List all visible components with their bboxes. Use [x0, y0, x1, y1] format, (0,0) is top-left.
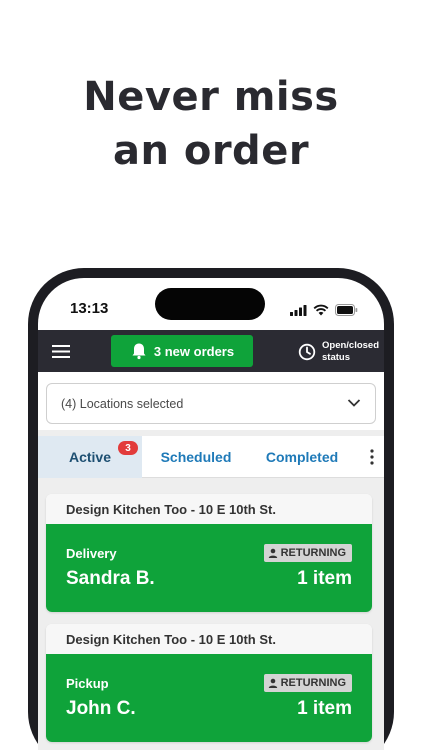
status-time: 13:13	[70, 300, 109, 317]
wifi-icon	[313, 304, 329, 316]
order-body: Pickup John C. RETURNING 1 item	[46, 654, 372, 742]
app-bar: 3 new orders Open/closed status	[38, 330, 384, 372]
active-count-badge: 3	[118, 441, 138, 455]
returning-label: RETURNING	[280, 547, 346, 559]
headline-line-1: Never miss	[83, 74, 339, 120]
signal-icon	[290, 304, 307, 316]
order-body: Delivery Sandra B. RETURNING 1 item	[46, 524, 372, 612]
order-location: Design Kitchen Too - 10 E 10th St.	[46, 624, 372, 654]
tab-scheduled[interactable]: Scheduled	[144, 436, 248, 478]
new-orders-button[interactable]: 3 new orders	[111, 335, 253, 367]
new-orders-label: 3 new orders	[153, 343, 235, 359]
hamburger-menu-icon[interactable]	[52, 345, 70, 358]
order-tabs: Active 3 Scheduled Completed	[38, 436, 384, 478]
bell-icon	[132, 343, 146, 360]
headline-line-2: an order	[112, 128, 310, 174]
item-count: 1 item	[297, 698, 352, 719]
location-filter-area: (4) Locations selected	[38, 372, 384, 430]
open-status-label: Open/closed status	[322, 340, 379, 364]
order-card[interactable]: Design Kitchen Too - 10 E 10th St. Picku…	[46, 624, 372, 742]
phone-frame: 13:13 3 new orders Open/closed status (4…	[28, 268, 394, 750]
tab-completed[interactable]: Completed	[250, 436, 354, 478]
order-type: Delivery	[66, 546, 117, 561]
more-options-icon[interactable]	[366, 448, 378, 466]
dynamic-island	[155, 288, 265, 320]
order-type: Pickup	[66, 676, 109, 691]
person-icon	[268, 678, 277, 688]
headline: Never miss an order	[0, 70, 422, 178]
clock-icon	[298, 343, 316, 361]
open-status-line-2: status	[322, 352, 350, 363]
item-count: 1 item	[297, 568, 352, 589]
customer-name: Sandra B.	[66, 568, 155, 589]
tab-active-label: Active	[68, 449, 112, 465]
location-select-label: (4) Locations selected	[61, 397, 184, 411]
phone-screen: 13:13 3 new orders Open/closed status (4…	[38, 278, 384, 750]
tab-completed-label: Completed	[265, 449, 339, 465]
chevron-down-icon	[347, 399, 361, 407]
customer-name: John C.	[66, 698, 136, 719]
open-closed-status-button[interactable]: Open/closed status	[298, 338, 384, 366]
tab-scheduled-label: Scheduled	[160, 449, 232, 465]
person-icon	[268, 548, 277, 558]
order-card[interactable]: Design Kitchen Too - 10 E 10th St. Deliv…	[46, 494, 372, 612]
battery-icon	[335, 304, 358, 316]
system-icons	[290, 304, 358, 316]
order-location: Design Kitchen Too - 10 E 10th St.	[46, 494, 372, 524]
main-content: (4) Locations selected Active 3 Schedule…	[38, 372, 384, 750]
open-status-line-1: Open/closed	[322, 340, 380, 351]
status-bar: 13:13	[38, 278, 384, 330]
returning-badge: RETURNING	[263, 674, 352, 692]
returning-badge: RETURNING	[263, 544, 352, 562]
returning-label: RETURNING	[280, 677, 346, 689]
location-select[interactable]: (4) Locations selected	[46, 383, 376, 424]
